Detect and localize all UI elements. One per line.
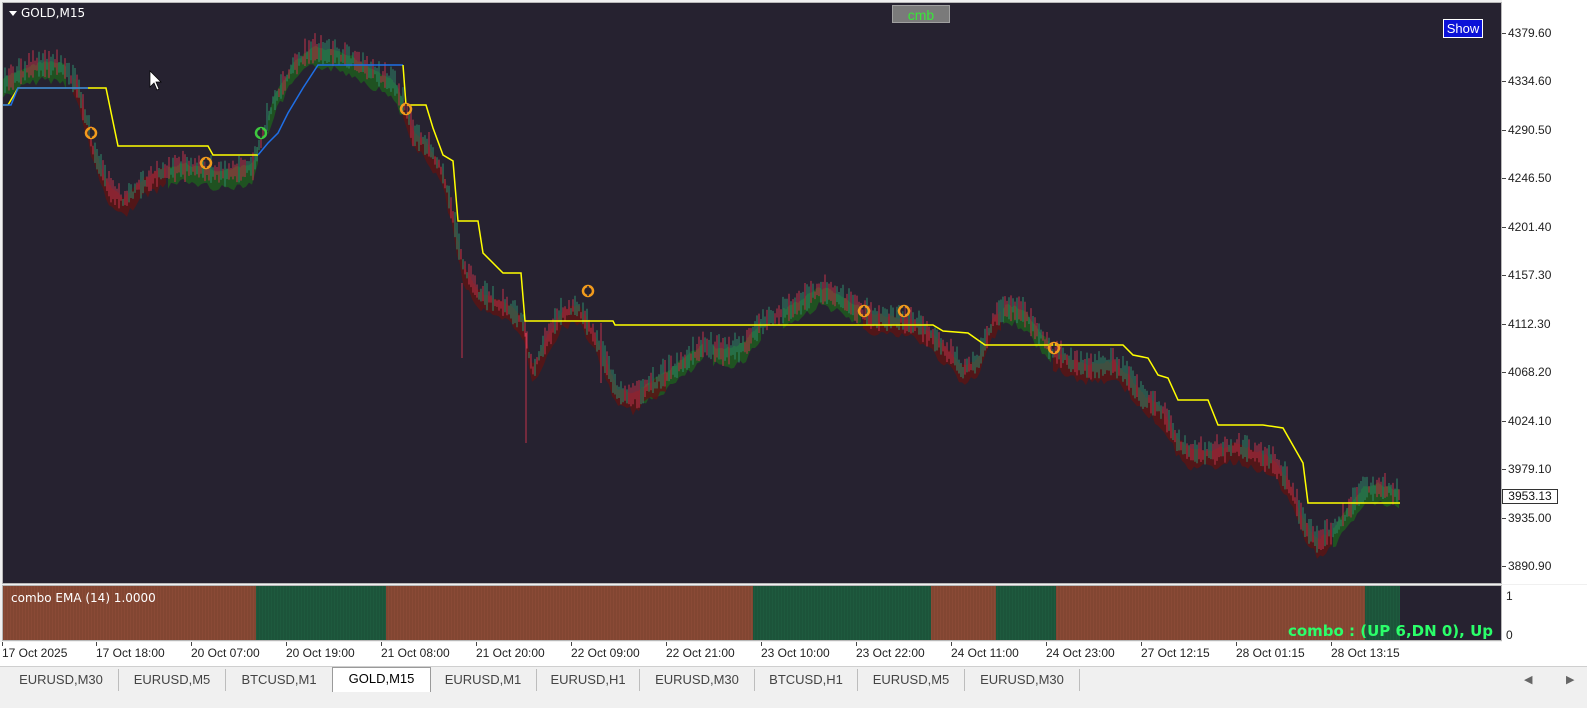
price-tick-mark <box>1502 566 1506 567</box>
price-tick-label: 4201.40 <box>1508 220 1552 234</box>
price-tick-label: 4112.30 <box>1508 317 1551 331</box>
time-axis: 17 Oct 2025 17 Oct 18:00 20 Oct 07:00 20 Oc… <box>0 642 1587 666</box>
price-tick-mark <box>1502 518 1506 519</box>
chart-tab[interactable]: EURUSD,M5 <box>119 669 226 691</box>
dropdown-triangle-icon[interactable] <box>9 11 17 16</box>
price-tick-label: 3935.00 <box>1508 511 1552 525</box>
indicator-axis: 10 <box>1502 585 1587 643</box>
ichimoku-cloud-group <box>3 45 1399 559</box>
price-tick-label: 4379.60 <box>1508 26 1552 40</box>
time-tick-label: 22 Oct 21:00 <box>666 646 735 660</box>
indicator-panel[interactable]: combo EMA (14) 1.0000 combo : (UP 6,DN 0… <box>2 585 1502 641</box>
time-tick-label: 27 Oct 12:15 <box>1141 646 1210 660</box>
price-tick-mark <box>1502 33 1506 34</box>
chart-tab[interactable]: BTCUSD,H1 <box>755 669 858 691</box>
price-chart-canvas <box>3 33 1400 559</box>
price-tick-label: 4246.50 <box>1508 171 1552 185</box>
time-tick-label: 23 Oct 10:00 <box>761 646 830 660</box>
time-tick-label: 23 Oct 22:00 <box>856 646 925 660</box>
chart-tab-bar: EURUSD,M30 EURUSD,M5 BTCUSD,M1 GOLD,M15 … <box>0 666 1587 693</box>
price-tick-mark <box>1502 130 1506 131</box>
price-tick-mark <box>1502 421 1506 422</box>
cmb-button[interactable]: cmb <box>892 5 950 23</box>
time-tick-label: 20 Oct 07:00 <box>191 646 260 660</box>
time-tick-label: 24 Oct 11:00 <box>951 646 1019 660</box>
candles-group <box>4 33 1400 553</box>
time-tick-label: 21 Oct 08:00 <box>381 646 450 660</box>
chart-tab[interactable]: EURUSD,M1 <box>430 669 537 691</box>
trailing-stop-line <box>3 87 258 156</box>
chart-tab[interactable]: EURUSD,M30 <box>4 669 119 691</box>
time-tick-label: 17 Oct 2025 <box>2 646 68 660</box>
price-chart[interactable]: GOLD,M15 cmb Show <box>2 2 1502 584</box>
price-tick-mark <box>1502 275 1506 276</box>
chart-title-text: GOLD,M15 <box>21 6 86 20</box>
cloud-band <box>863 308 1001 385</box>
price-tick-mark <box>1502 372 1506 373</box>
tab-scroll-right-icon[interactable]: ▶ <box>1566 673 1574 686</box>
price-tick-mark <box>1502 469 1506 470</box>
current-price-label: 3953.13 <box>1502 489 1558 504</box>
time-tick-label: 28 Oct 01:15 <box>1236 646 1305 660</box>
trading-terminal: GOLD,M15 cmb Show 4379.60 4334.60 4290.50 4… <box>0 0 1587 708</box>
price-tick-label: 3979.10 <box>1508 462 1552 476</box>
indicator-histogram <box>3 586 1400 640</box>
price-tick-label: 4290.50 <box>1508 123 1552 137</box>
chart-tab[interactable]: EURUSD,H1 <box>537 669 640 691</box>
chart-tab[interactable]: BTCUSD,M1 <box>226 669 333 691</box>
show-button[interactable]: Show <box>1443 19 1483 38</box>
price-tick-label: 4068.20 <box>1508 365 1552 379</box>
time-tick-label: 22 Oct 09:00 <box>571 646 640 660</box>
price-tick-label: 4157.30 <box>1508 268 1552 282</box>
status-strip <box>0 692 1587 708</box>
chart-tab-active[interactable]: GOLD,M15 <box>332 667 431 693</box>
time-tick-label: 17 Oct 18:00 <box>96 646 165 660</box>
time-tick-label: 20 Oct 19:00 <box>286 646 355 660</box>
price-tick-label: 4024.10 <box>1508 414 1552 428</box>
mouse-cursor-icon <box>149 70 162 91</box>
indicator-tick-label: 0 <box>1506 628 1513 642</box>
time-tick-label: 21 Oct 20:00 <box>476 646 545 660</box>
chart-tab[interactable]: EURUSD,M30 <box>965 669 1080 691</box>
price-tick-label: 4334.60 <box>1508 74 1552 88</box>
price-tick-mark <box>1502 178 1506 179</box>
chart-tab[interactable]: EURUSD,M30 <box>640 669 755 691</box>
time-tick-label: 28 Oct 13:15 <box>1331 646 1400 660</box>
time-tick-label: 24 Oct 23:00 <box>1046 646 1115 660</box>
indicator-tick-label: 1 <box>1506 589 1513 603</box>
tab-scroll-left-icon[interactable]: ◀ <box>1524 673 1532 686</box>
indicator-label: combo EMA (14) 1.0000 <box>11 591 156 605</box>
price-tick-mark <box>1502 81 1506 82</box>
price-tick-label: 3890.90 <box>1508 559 1552 573</box>
trailing-stop-line <box>402 64 1400 504</box>
chart-symbol-title[interactable]: GOLD,M15 <box>9 6 85 20</box>
price-tick-mark <box>1502 227 1506 228</box>
chart-tab[interactable]: EURUSD,M5 <box>858 669 965 691</box>
combo-status-text: combo : (UP 6,DN 0), Up <box>1287 622 1493 640</box>
price-tick-mark <box>1502 324 1506 325</box>
